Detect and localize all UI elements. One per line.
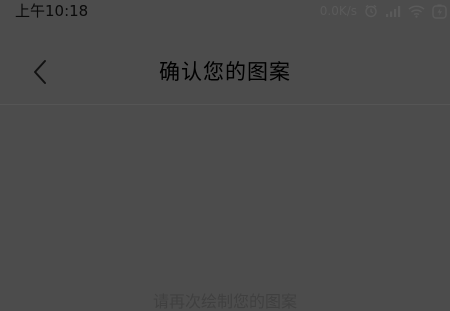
signal-icon bbox=[385, 5, 401, 18]
page-title: 确认您的图案 bbox=[159, 60, 291, 84]
title-bar: 确认您的图案 bbox=[0, 40, 450, 105]
network-speed: 0.0K/s bbox=[319, 4, 357, 18]
battery-icon bbox=[432, 4, 448, 19]
status-time: 上午10:18 bbox=[15, 2, 89, 20]
status-indicators: 0.0K/s bbox=[320, 2, 448, 20]
pattern-confirm-area[interactable]: 请再次绘制您的图案 bbox=[0, 105, 450, 310]
status-bar: 上午10:18 0.0K/s bbox=[0, 0, 450, 22]
alarm-icon bbox=[364, 4, 378, 18]
pattern-hint-text: 请再次绘制您的图案 bbox=[152, 292, 297, 311]
wifi-icon bbox=[408, 5, 425, 18]
